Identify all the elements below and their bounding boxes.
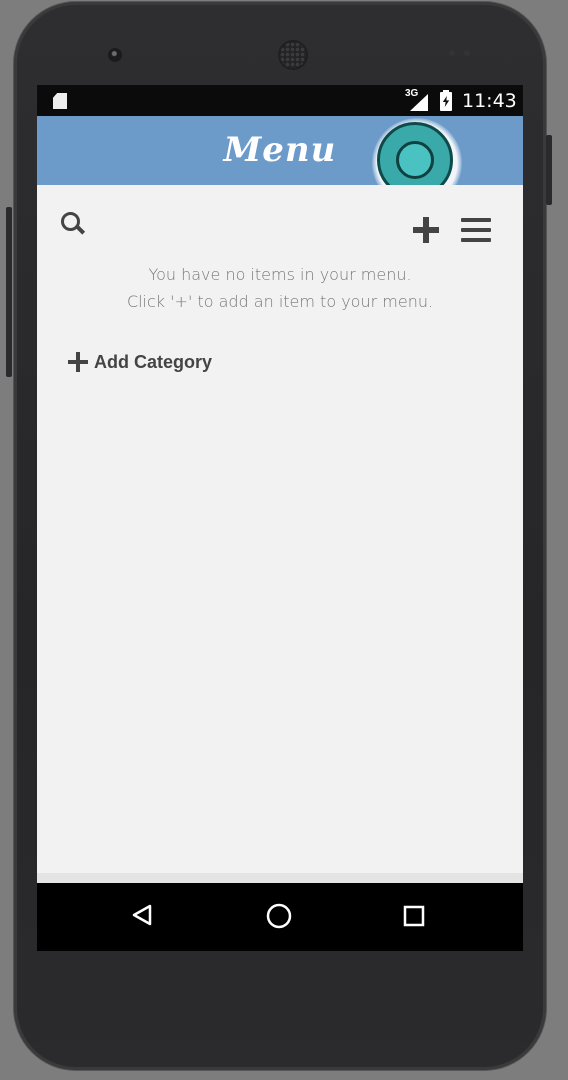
navigation-bar xyxy=(37,883,523,951)
touch-dot xyxy=(396,141,434,179)
earpiece-speaker xyxy=(280,42,306,68)
home-icon[interactable] xyxy=(266,903,292,929)
empty-state-line-2: Click '+' to add an item to your menu. xyxy=(126,292,434,311)
empty-state-message: You have no items in your menu. Click '+… xyxy=(37,261,523,315)
empty-state-line-1: You have no items in your menu. xyxy=(148,265,412,284)
content-bottom-strip xyxy=(37,873,523,883)
status-clock: 11:43 xyxy=(462,90,517,112)
power-button xyxy=(546,135,552,205)
add-item-button[interactable] xyxy=(413,217,439,243)
hamburger-menu-icon[interactable] xyxy=(461,218,491,242)
light-sensor xyxy=(464,50,470,56)
battery-charging-icon xyxy=(440,90,452,111)
add-category-label: Add Category xyxy=(94,351,213,372)
search-icon[interactable] xyxy=(59,210,87,238)
menu-content: You have no items in your menu. Click '+… xyxy=(37,185,523,883)
front-camera xyxy=(108,48,122,62)
sd-card-icon xyxy=(53,93,67,109)
status-bar: 3G 11:43 xyxy=(37,85,523,116)
device-screen: 3G 11:43 Menu You have no items in your … xyxy=(37,85,523,951)
proximity-sensor xyxy=(449,50,455,56)
app-bar: Menu xyxy=(37,116,523,208)
recents-icon[interactable] xyxy=(403,905,425,927)
plus-icon xyxy=(68,352,88,372)
volume-button xyxy=(6,207,12,377)
add-category-button[interactable]: Add Category xyxy=(68,349,212,375)
network-type: 3G xyxy=(405,88,419,99)
back-icon[interactable] xyxy=(132,904,152,926)
